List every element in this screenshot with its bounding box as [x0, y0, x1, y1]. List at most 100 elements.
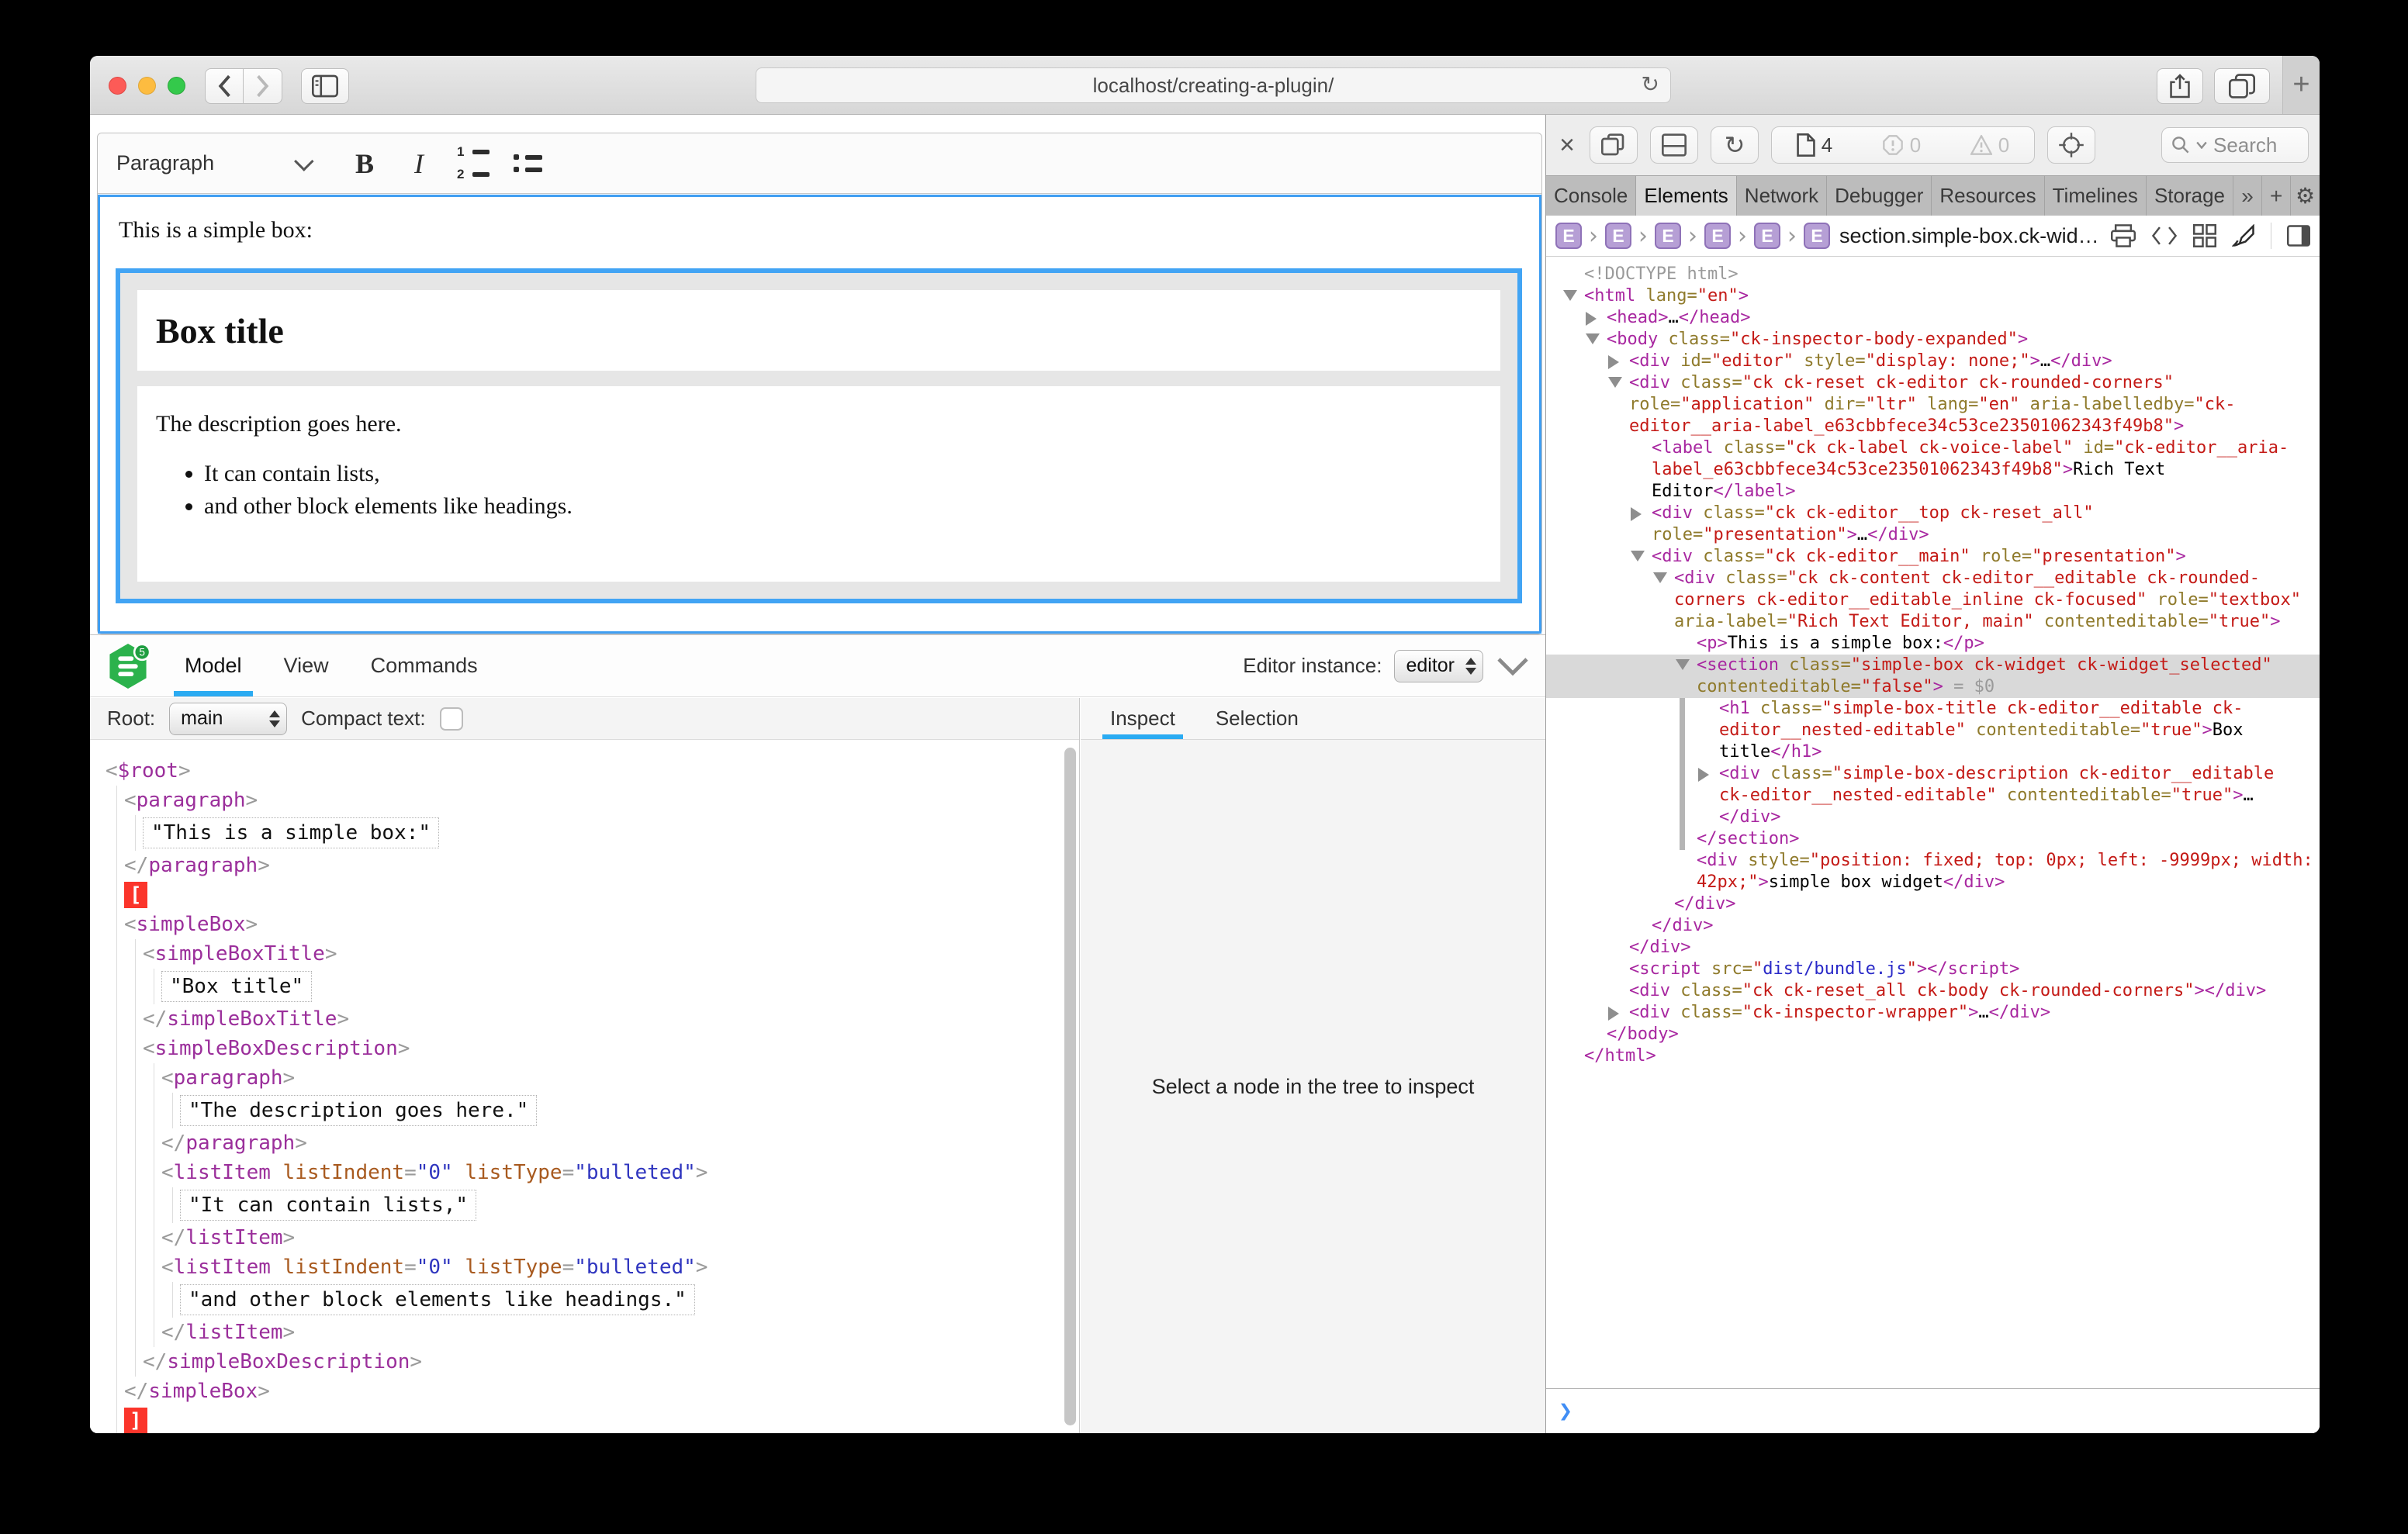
- resource-issue-badges[interactable]: 4 0 0: [1771, 126, 2035, 164]
- dom-node-line[interactable]: <head>…</head>: [1546, 307, 2320, 329]
- element-badge-icon[interactable]: E: [1605, 223, 1631, 249]
- dom-node-line[interactable]: <div class="ck ck-editor__main" role="pr…: [1546, 546, 2320, 568]
- model-text-node[interactable]: "The description goes here.": [180, 1093, 1064, 1128]
- dom-node-line[interactable]: <script src="dist/bundle.js"></script>: [1546, 959, 2320, 980]
- model-element-close[interactable]: </simpleBox>: [124, 1377, 1064, 1406]
- editor-instance-select[interactable]: editor: [1394, 650, 1483, 682]
- element-badge-icon[interactable]: E: [1555, 223, 1582, 249]
- print-styles-icon[interactable]: [2111, 224, 2136, 247]
- devtools-tab-network[interactable]: Network: [1737, 176, 1827, 216]
- devtools-tab-elements[interactable]: Elements: [1636, 176, 1736, 216]
- devtools-settings-button[interactable]: ⚙: [2291, 176, 2320, 216]
- tab-view[interactable]: View: [273, 635, 340, 696]
- dom-node-line[interactable]: </div>: [1546, 893, 2320, 915]
- element-badge-icon[interactable]: E: [1754, 223, 1780, 249]
- compact-text-checkbox[interactable]: [440, 707, 463, 731]
- dom-node-line[interactable]: <html lang="en">: [1546, 285, 2320, 307]
- expand-arrow-icon[interactable]: [1698, 768, 1709, 782]
- dom-node-line[interactable]: <!DOCTYPE html>: [1546, 264, 2320, 285]
- dom-node-line[interactable]: <label class="ck ck-label ck-voice-label…: [1546, 437, 2320, 503]
- numbered-list-button[interactable]: 1 2: [453, 142, 493, 185]
- simple-box-title-field[interactable]: Box title: [137, 290, 1500, 371]
- devtools-tab-console[interactable]: Console: [1546, 176, 1636, 216]
- collapse-arrow-icon[interactable]: [1586, 333, 1600, 344]
- collapse-arrow-icon[interactable]: [1676, 659, 1690, 670]
- split-console-button[interactable]: [1650, 126, 1698, 164]
- dom-node-line[interactable]: </body>: [1546, 1024, 2320, 1045]
- close-devtools-button[interactable]: ×: [1557, 130, 1577, 161]
- dom-node-line[interactable]: </section>: [1546, 828, 2320, 850]
- editor-editable-area[interactable]: This is a simple box: Box title The desc…: [98, 195, 1541, 634]
- sidebar-toggle-button[interactable]: [301, 68, 349, 104]
- minimize-window-button[interactable]: [138, 77, 156, 95]
- dom-node-line[interactable]: <div id="editor" style="display: none;">…: [1546, 351, 2320, 372]
- quick-console[interactable]: ❯: [1546, 1388, 2320, 1433]
- model-element-close[interactable]: </paragraph>: [161, 1128, 1064, 1158]
- expand-arrow-icon[interactable]: [1586, 312, 1597, 326]
- devtools-search-field[interactable]: Search: [2161, 127, 2309, 163]
- bulleted-list-button[interactable]: [507, 142, 548, 185]
- list-item[interactable]: and other block elements like headings.: [204, 493, 1482, 520]
- expand-arrow-icon[interactable]: [1608, 355, 1619, 369]
- expand-arrow-icon[interactable]: [1608, 1007, 1619, 1021]
- tree-scrollbar[interactable]: [1064, 748, 1076, 1425]
- dom-node-line[interactable]: <div class="ck ck-content ck-editor__edi…: [1546, 568, 2320, 633]
- simple-box-description-field[interactable]: The description goes here. It can contai…: [137, 386, 1500, 582]
- root-select[interactable]: main: [169, 703, 287, 735]
- share-button[interactable]: [2157, 68, 2203, 104]
- devtools-tab-resources[interactable]: Resources: [1932, 176, 2044, 216]
- selected-element-label[interactable]: section.simple-box.ck-wid…: [1839, 224, 2099, 248]
- dom-node-line[interactable]: <h1 class="simple-box-title ck-editor__e…: [1546, 698, 2320, 763]
- close-window-button[interactable]: [109, 77, 126, 95]
- model-text-node[interactable]: "It can contain lists,": [180, 1187, 1064, 1223]
- box-title-text[interactable]: Box title: [137, 290, 1500, 351]
- model-text-node[interactable]: "This is a simple box:": [143, 815, 1064, 851]
- collapse-inspector-button[interactable]: [1496, 656, 1530, 676]
- dom-node-line[interactable]: <p>This is a simple box:</p>: [1546, 633, 2320, 655]
- devtools-tab-timelines[interactable]: Timelines: [2045, 176, 2147, 216]
- heading-dropdown[interactable]: Paragraph: [116, 142, 309, 185]
- element-badge-icon[interactable]: E: [1704, 223, 1731, 249]
- reload-icon[interactable]: ↻: [1642, 71, 1659, 97]
- devtools-tab-storage[interactable]: Storage: [2147, 176, 2233, 216]
- model-element-open[interactable]: <$root>: [106, 756, 1064, 786]
- more-tabs-button[interactable]: »: [2233, 176, 2262, 216]
- element-badge-icon[interactable]: E: [1655, 223, 1681, 249]
- model-element-close[interactable]: </simpleBoxTitle>: [143, 1004, 1064, 1034]
- dom-node-line[interactable]: <div class="ck ck-editor__top ck-reset_a…: [1546, 503, 2320, 546]
- add-devtools-tab-button[interactable]: +: [2262, 176, 2291, 216]
- model-element-open[interactable]: <paragraph>: [124, 786, 1064, 815]
- collapse-arrow-icon[interactable]: [1563, 290, 1577, 301]
- editor-paragraph[interactable]: This is a simple box:: [119, 217, 1539, 244]
- dom-node-line[interactable]: <body class="ck-inspector-body-expanded"…: [1546, 329, 2320, 351]
- dom-node-line[interactable]: <div style="position: fixed; top: 0px; l…: [1546, 850, 2320, 893]
- show-source-code-icon[interactable]: [2151, 225, 2178, 247]
- forward-button[interactable]: [244, 68, 282, 104]
- devtools-tab-debugger[interactable]: Debugger: [1827, 176, 1932, 216]
- list-item[interactable]: It can contain lists,: [204, 461, 1482, 487]
- tab-model[interactable]: Model: [174, 635, 253, 696]
- dock-side-button[interactable]: [1590, 126, 1638, 164]
- dom-node-line[interactable]: </div>: [1546, 937, 2320, 959]
- details-sidebar-toggle-icon[interactable]: [2287, 225, 2310, 247]
- dom-node-line[interactable]: <section class="simple-box ck-widget ck-…: [1546, 655, 2320, 698]
- address-bar[interactable]: localhost/creating-a-plugin/ ↻: [756, 67, 1671, 103]
- expand-arrow-icon[interactable]: [1631, 507, 1642, 521]
- element-picker-button[interactable]: [2047, 126, 2095, 164]
- dom-node-line[interactable]: <div class="simple-box-description ck-ed…: [1546, 763, 2320, 828]
- model-element-open[interactable]: <simpleBoxTitle>: [143, 939, 1064, 969]
- element-badge-icon[interactable]: E: [1804, 223, 1830, 249]
- collapse-arrow-icon[interactable]: [1631, 551, 1645, 561]
- dom-node-line[interactable]: </html>: [1546, 1045, 2320, 1067]
- layout-grid-icon[interactable]: [2193, 224, 2216, 247]
- model-text-node[interactable]: "Box title": [161, 969, 1064, 1004]
- zoom-window-button[interactable]: [168, 77, 185, 95]
- model-element-close[interactable]: </listItem>: [161, 1318, 1064, 1347]
- dom-node-line[interactable]: <div class="ck-inspector-wrapper">…</div…: [1546, 1002, 2320, 1024]
- model-element-open[interactable]: <listItem listIndent="0" listType="bulle…: [161, 1158, 1064, 1187]
- bold-button[interactable]: B: [344, 142, 385, 185]
- model-element-open[interactable]: <simpleBox>: [124, 910, 1064, 939]
- description-text[interactable]: The description goes here.: [156, 411, 1482, 437]
- model-element-open[interactable]: <paragraph>: [161, 1063, 1064, 1093]
- reload-page-button[interactable]: ↻: [1711, 126, 1759, 164]
